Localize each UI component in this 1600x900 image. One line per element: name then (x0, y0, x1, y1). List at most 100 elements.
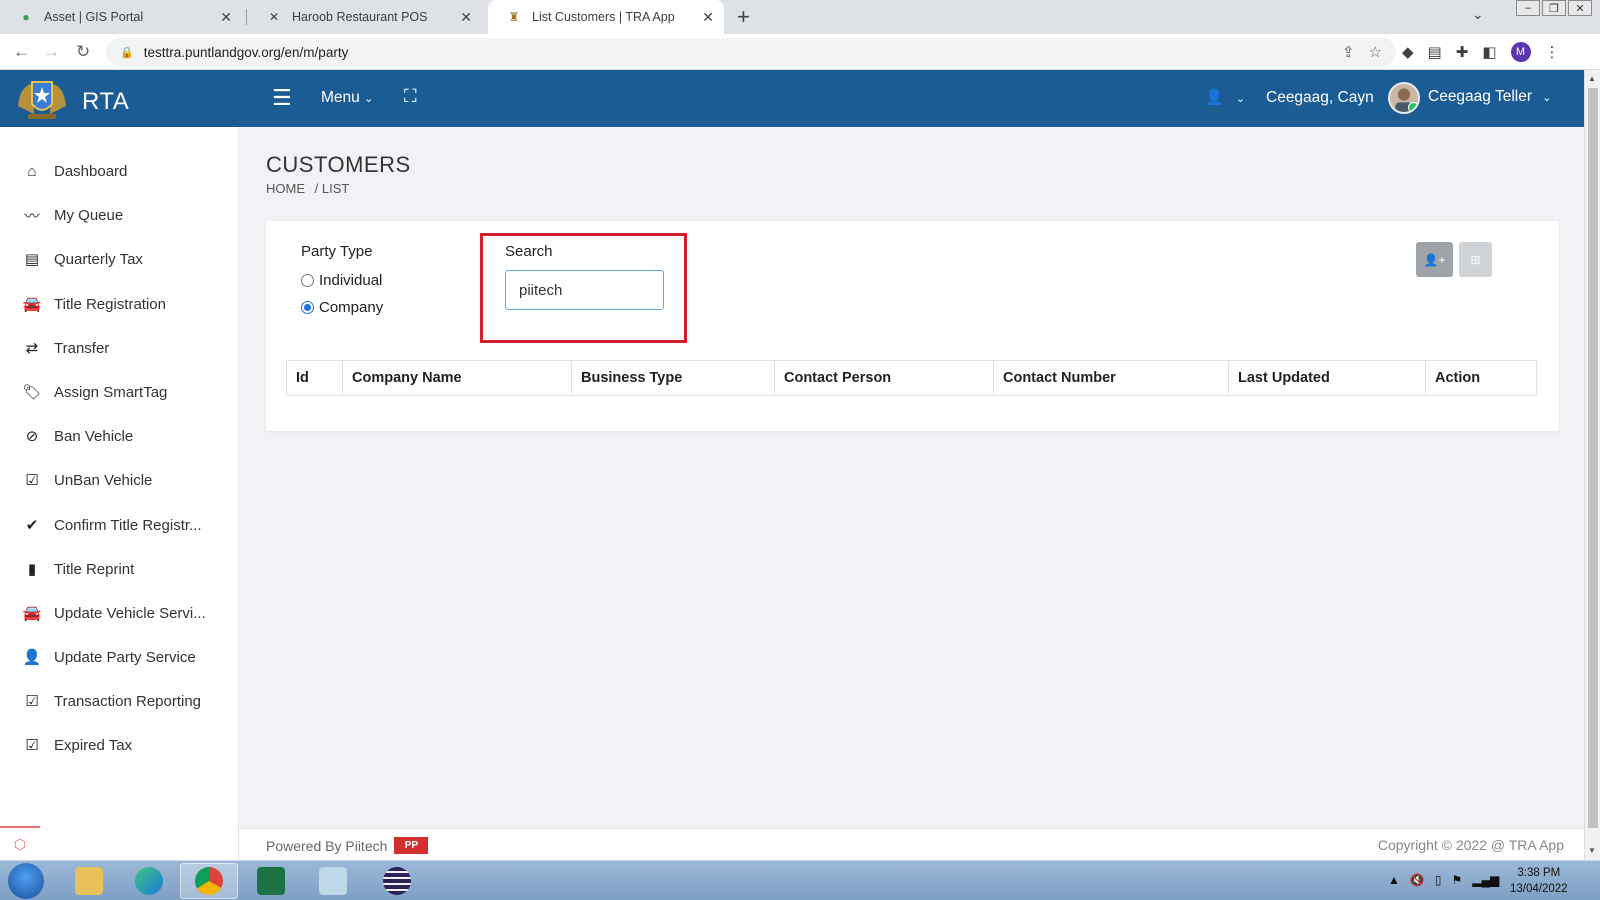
page-scrollbar[interactable]: ▲ ▼ (1584, 70, 1600, 860)
sidebar-item-confirm-title-registration[interactable]: ✔ Confirm Title Registr... (0, 503, 239, 547)
close-icon[interactable]: ✕ (702, 9, 714, 26)
radio-company[interactable]: Company (301, 299, 383, 316)
home-icon: ⌂ (27, 162, 37, 180)
taskbar-edge[interactable] (120, 863, 178, 899)
table-header-last-updated[interactable]: Last Updated (1229, 361, 1426, 395)
sidebar-item-unban-vehicle[interactable]: ☑ UnBan Vehicle (0, 458, 239, 502)
profile-avatar[interactable]: M (1510, 42, 1531, 62)
list-icon: ▤ (24, 251, 40, 268)
sidebar-item-update-party-service[interactable]: 👤 Update Party Service (0, 635, 239, 679)
tray-expand-icon[interactable]: ▲ (1388, 873, 1400, 887)
sidebar-item-title-reprint[interactable]: ▮ Title Reprint (0, 547, 239, 591)
address-bar: ← → ↻ 🔒 testtra.puntlandgov.org/en/m/par… (0, 34, 1600, 70)
sidebar-item-assign-smarttag[interactable]: 🏷 Assign SmartTag (0, 370, 239, 414)
browser-tab-active[interactable]: ♜ List Customers | TRA App ✕ (488, 0, 724, 34)
star-icon[interactable]: ☆ (1369, 43, 1382, 61)
url-field[interactable]: 🔒 testtra.puntlandgov.org/en/m/party ⇪ ☆ (106, 38, 1396, 66)
sidebar-item-label: Assign SmartTag (54, 383, 168, 401)
restore-icon[interactable]: ❐ (1542, 0, 1566, 16)
menu-label: Menu (321, 89, 360, 106)
breadcrumb-list: / LIST (314, 181, 350, 196)
user-dropdown[interactable]: 👤 ⌄ (1205, 88, 1245, 106)
new-tab-icon[interactable]: + (737, 4, 750, 30)
close-icon[interactable]: ✕ (460, 9, 472, 26)
back-icon[interactable]: ← (13, 42, 30, 62)
extension-pin-icon[interactable]: ◆ (1402, 43, 1414, 61)
battery-icon[interactable]: ▯ (1435, 873, 1442, 887)
volume-icon[interactable]: 🔇 (1410, 873, 1425, 887)
start-button[interactable] (8, 863, 44, 899)
menu-dropdown[interactable]: Menu ⌄ (321, 89, 373, 107)
forward-icon[interactable]: → (43, 42, 60, 62)
browser-tab[interactable]: ● Asset | GIS Portal ✕ (0, 0, 242, 34)
sidebar-item-update-vehicle-service[interactable]: 🚘 Update Vehicle Servi... (0, 591, 239, 635)
role-dropdown[interactable]: Ceegaag Teller ⌄ (1428, 88, 1552, 106)
scrollbar-thumb[interactable] (1588, 88, 1598, 828)
radio-button[interactable] (301, 274, 314, 287)
sidebar-item-title-registration[interactable]: 🚘 Title Registration (0, 282, 239, 326)
sidebar-item-label: Update Vehicle Servi... (54, 604, 206, 622)
table-header-contact-person[interactable]: Contact Person (775, 361, 994, 395)
sidebar-item-quarterly-tax[interactable]: ▤ Quarterly Tax (0, 237, 239, 281)
radio-button-checked[interactable] (301, 301, 314, 314)
extensions-bar: ◆ ▤ ✚ ◧ M ⋮ (1402, 42, 1560, 62)
kebab-menu-icon[interactable]: ⋮ (1545, 43, 1560, 61)
breadcrumb: HOME / LIST (266, 181, 355, 196)
sidebar-item-ban-vehicle[interactable]: ⊘ Ban Vehicle (0, 414, 239, 458)
sidebar-item-transfer[interactable]: ⇄ Transfer (0, 326, 239, 370)
table-header-contact-number[interactable]: Contact Number (994, 361, 1229, 395)
table-header-business-type[interactable]: Business Type (572, 361, 775, 395)
car-icon: 🚘 (22, 296, 42, 313)
share-icon[interactable]: ⇪ (1342, 43, 1355, 61)
chevron-down-icon: ⌄ (1542, 92, 1552, 104)
sidepanel-icon[interactable]: ◧ (1482, 43, 1496, 61)
puzzle-icon[interactable]: ✚ (1456, 43, 1469, 61)
laravel-icon: ⬡ (0, 826, 40, 860)
taskbar-explorer[interactable] (60, 863, 118, 899)
avatar[interactable] (1388, 82, 1420, 114)
add-customer-button[interactable]: 👤+ (1416, 242, 1453, 277)
brand-name: RTA (82, 88, 130, 115)
close-icon[interactable]: ✕ (220, 9, 232, 26)
search-input[interactable] (505, 270, 664, 310)
scroll-up-icon[interactable]: ▲ (1588, 74, 1596, 83)
sidebar-item-my-queue[interactable]: 〰 My Queue (0, 193, 239, 237)
window-close-icon[interactable]: ✕ (1568, 0, 1592, 16)
table-header-action: Action (1435, 370, 1481, 386)
scroll-down-icon[interactable]: ▼ (1588, 846, 1596, 855)
table-header-id[interactable]: Id (287, 361, 343, 395)
fullscreen-icon[interactable]: ⛶ (404, 86, 417, 107)
browser-tab[interactable]: ✕ Haroob Restaurant POS ✕ (248, 0, 482, 34)
tab-title: Haroob Restaurant POS (292, 10, 428, 24)
grid-view-button[interactable]: ⊞ (1459, 242, 1492, 277)
taskbar-eclipse[interactable] (368, 863, 426, 899)
network-icon[interactable]: ▂▄▆ (1472, 873, 1499, 887)
extension-clipboard-icon[interactable]: ▤ (1428, 43, 1442, 61)
minimize-icon[interactable]: – (1516, 0, 1540, 16)
flag-icon[interactable]: ⚑ (1451, 873, 1462, 887)
user-role: Ceegaag Teller (1428, 88, 1532, 105)
breadcrumb-home[interactable]: HOME (266, 181, 305, 196)
sidebar-item-expired-tax[interactable]: ☑ Expired Tax (0, 723, 239, 767)
system-clock[interactable]: 3:38 PM 13/04/2022 (1510, 865, 1568, 897)
check-square-icon: ☑ (25, 693, 39, 710)
sidebar-item-label: My Queue (54, 206, 124, 224)
taskbar-notes[interactable] (304, 863, 362, 899)
chevron-down-icon[interactable]: ⌄ (1472, 6, 1484, 23)
user-icon: 👤 (22, 649, 42, 666)
hamburger-icon[interactable]: ☰ (272, 85, 292, 111)
radio-individual[interactable]: Individual (301, 272, 382, 289)
chrome-icon (195, 867, 223, 895)
table-header-company-name[interactable]: Company Name (343, 361, 572, 395)
sidebar-item-dashboard[interactable]: ⌂ Dashboard (0, 149, 239, 193)
radio-label: Individual (319, 272, 383, 289)
page-title: CUSTOMERS (266, 152, 411, 177)
sidebar-item-transaction-reporting[interactable]: ☑ Transaction Reporting (0, 679, 239, 723)
taskbar-chrome[interactable] (180, 863, 238, 899)
car-icon: 🚘 (22, 605, 42, 622)
tags-icon: 🏷 (22, 384, 42, 401)
taskbar-excel[interactable] (242, 863, 300, 899)
tra-favicon-icon: ♜ (508, 10, 520, 24)
grid-icon: ⊞ (1470, 252, 1481, 267)
reload-icon[interactable]: ↻ (76, 42, 90, 62)
